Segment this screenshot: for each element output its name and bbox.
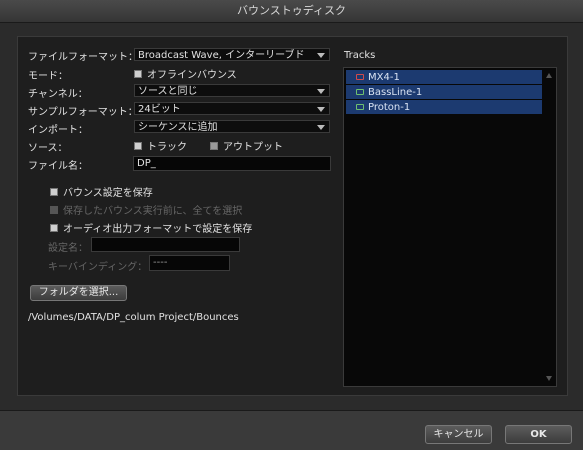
- keybinding-input[interactable]: ----: [149, 255, 230, 271]
- chevron-down-icon: [317, 125, 325, 130]
- instrument-track-icon: [356, 104, 364, 110]
- track-row[interactable]: BassLine-1: [346, 85, 542, 99]
- select-folder-button[interactable]: フォルダを選択...: [30, 285, 127, 301]
- setting-name-input[interactable]: [91, 237, 240, 252]
- select-all-before-checkbox[interactable]: 保存したバウンス実行前に、全てを選択: [50, 203, 243, 217]
- source-track-checkbox[interactable]: トラック: [134, 139, 187, 153]
- offline-bounce-checkbox[interactable]: オフラインバウンス: [134, 67, 237, 81]
- ok-button[interactable]: OK: [505, 425, 572, 444]
- chevron-down-icon: [317, 53, 325, 58]
- import-dropdown[interactable]: シーケンスに追加: [134, 120, 330, 133]
- sample-format-label: サンプルフォーマット：: [28, 107, 138, 118]
- channel-label: チャンネル：: [28, 89, 88, 100]
- source-output-checkbox[interactable]: アウトプット: [210, 139, 283, 153]
- tracks-header: Tracks: [344, 50, 376, 61]
- track-row[interactable]: MX4-1: [346, 70, 542, 84]
- source-label: ソース：: [28, 143, 68, 154]
- track-name: Proton-1: [368, 101, 411, 113]
- checkbox-icon: [50, 223, 58, 232]
- save-audio-output-label: オーディオ出力フォーマットで設定を保存: [63, 224, 253, 235]
- file-format-value: Broadcast Wave, インターリーブド: [138, 50, 305, 61]
- import-label: インポート：: [28, 125, 88, 136]
- tracks-list[interactable]: MX4-1 BassLine-1 Proton-1: [343, 67, 557, 387]
- scroll-up-icon[interactable]: [546, 73, 552, 78]
- offline-bounce-label: オフラインバウンス: [147, 70, 237, 81]
- checkbox-icon: [50, 187, 58, 196]
- instrument-track-icon: [356, 89, 364, 95]
- track-name: MX4-1: [368, 71, 400, 83]
- checkbox-icon: [210, 141, 218, 150]
- chevron-down-icon: [317, 107, 325, 112]
- checkbox-icon: [50, 205, 58, 214]
- mode-label: モード：: [28, 71, 68, 82]
- scroll-down-icon[interactable]: [546, 376, 552, 381]
- file-format-label: ファイルフォーマット：: [28, 52, 138, 63]
- source-track-label: トラック: [147, 142, 187, 153]
- file-format-dropdown[interactable]: Broadcast Wave, インターリーブド: [134, 48, 330, 61]
- track-name: BassLine-1: [368, 86, 423, 98]
- track-row[interactable]: Proton-1: [346, 100, 542, 114]
- filename-input[interactable]: DP_: [133, 156, 331, 171]
- save-audio-output-checkbox[interactable]: オーディオ出力フォーマットで設定を保存: [50, 221, 253, 235]
- keybinding-label: キーバインディング：: [48, 262, 148, 273]
- setting-name-label: 設定名：: [48, 243, 88, 254]
- filename-label: ファイル名：: [28, 161, 88, 172]
- source-output-label: アウトプット: [223, 142, 283, 153]
- channel-dropdown[interactable]: ソースと同じ: [134, 84, 330, 97]
- channel-value: ソースと同じ: [138, 86, 198, 97]
- save-bounce-settings-checkbox[interactable]: バウンス設定を保存: [50, 185, 153, 199]
- window-title: バウンストゥディスク: [0, 0, 583, 23]
- sample-format-dropdown[interactable]: 24ビット: [134, 102, 330, 115]
- save-bounce-settings-label: バウンス設定を保存: [63, 188, 153, 199]
- checkbox-icon: [134, 69, 142, 78]
- import-value: シーケンスに追加: [138, 122, 218, 133]
- instrument-track-icon: [356, 74, 364, 80]
- select-all-before-label: 保存したバウンス実行前に、全てを選択: [63, 206, 243, 217]
- sample-format-value: 24ビット: [138, 104, 181, 115]
- folder-path: /Volumes/DATA/DP_colum Project/Bounces: [28, 312, 239, 323]
- checkbox-icon: [134, 141, 142, 150]
- cancel-button[interactable]: キャンセル: [425, 425, 492, 444]
- chevron-down-icon: [317, 89, 325, 94]
- button-bar: [0, 410, 583, 450]
